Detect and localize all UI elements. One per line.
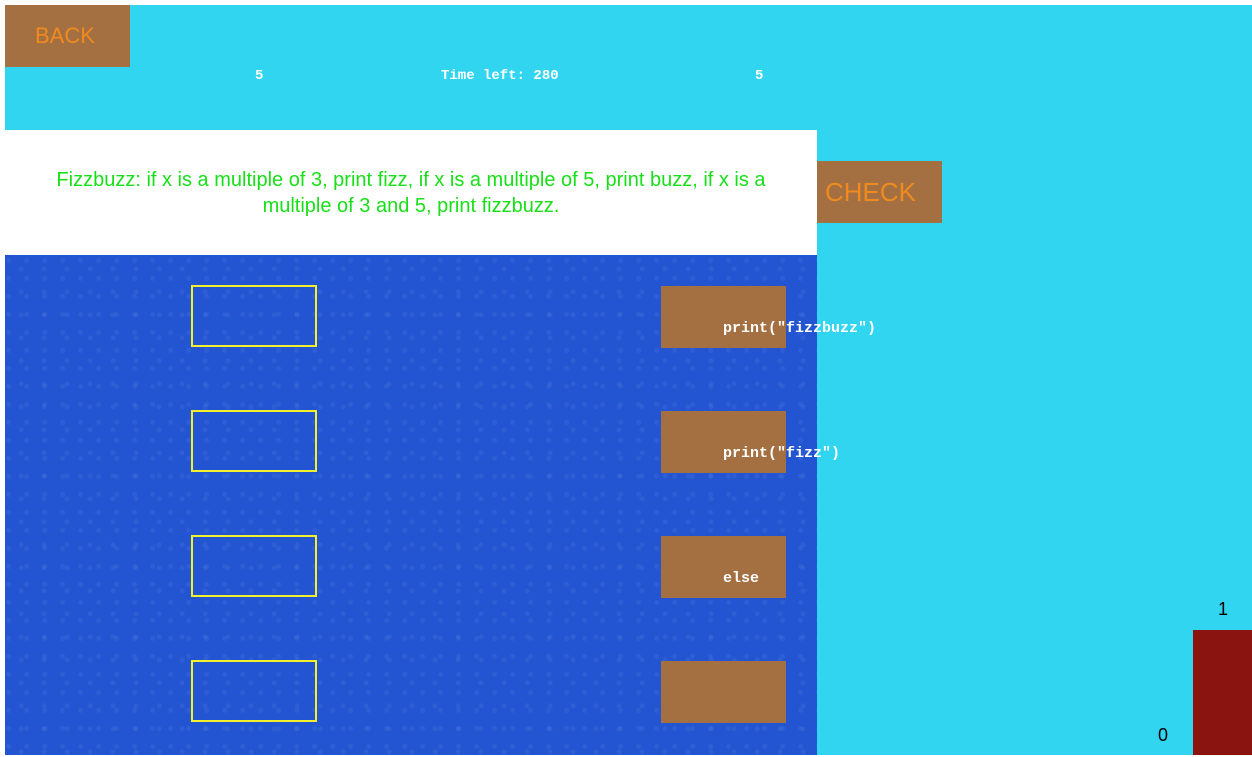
progress-min-label: 0 <box>1158 725 1169 745</box>
back-button[interactable]: BACK <box>5 5 130 67</box>
code-tile-3[interactable] <box>661 536 786 598</box>
task-prompt-text: Fizzbuzz: if x is a multiple of 3, print… <box>56 168 766 217</box>
game-stage: BACK 5 Time left: 280 5 Fizzbuzz: if x i… <box>5 5 1252 755</box>
progress-bar <box>1193 630 1252 755</box>
code-tile-1-label: print("fizzbuzz") <box>723 320 877 337</box>
right-counter: 5 <box>755 68 764 84</box>
drop-slot-3[interactable] <box>191 535 317 597</box>
code-tile-2[interactable] <box>661 411 786 473</box>
code-tile-3-label: else <box>723 570 760 587</box>
code-board <box>5 255 817 755</box>
left-counter: 5 <box>255 68 264 84</box>
code-tile-2-label: print("fizz") <box>723 445 841 462</box>
task-prompt: Fizzbuzz: if x is a multiple of 3, print… <box>5 130 817 255</box>
progress-max-label: 1 <box>1218 599 1229 619</box>
code-tile-4[interactable] <box>661 661 786 723</box>
drop-slot-4[interactable] <box>191 660 317 722</box>
drop-slot-2[interactable] <box>191 410 317 472</box>
code-tile-1[interactable] <box>661 286 786 348</box>
timer-label: Time left: 280 <box>441 68 559 84</box>
drop-slot-1[interactable] <box>191 285 317 347</box>
check-button[interactable]: CHECK <box>817 161 942 223</box>
